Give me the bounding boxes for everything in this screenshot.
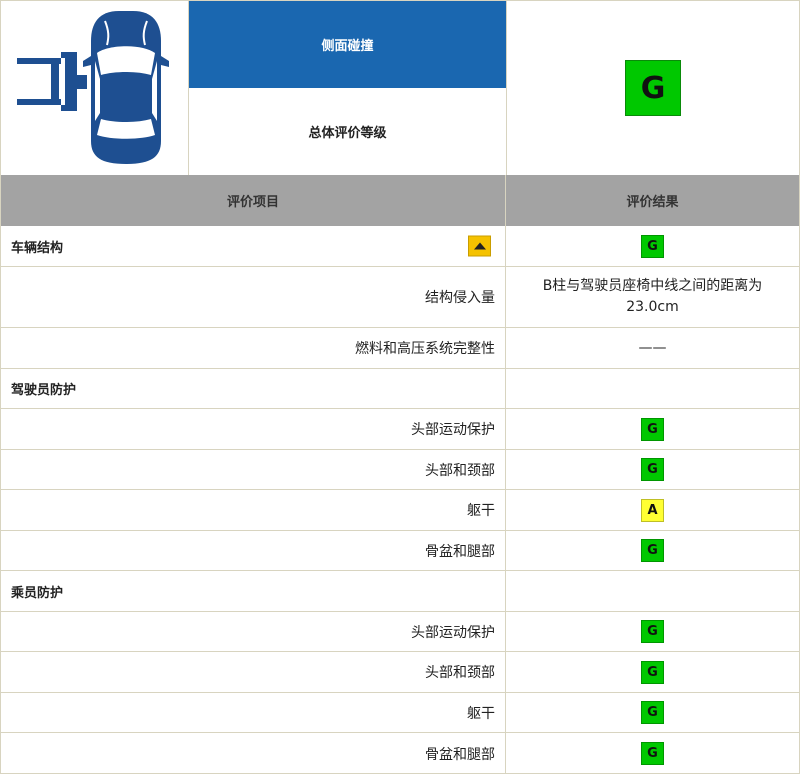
section-result-cell	[506, 369, 799, 408]
section-row-vehicle-structure: 车辆结构 G	[1, 226, 799, 267]
section-result-cell: G	[506, 226, 799, 266]
column-header-result: 评价结果	[626, 195, 679, 210]
item-label-cell: 躯干	[1, 693, 506, 732]
item-label-cell: 骨盆和腿部	[1, 733, 506, 774]
item-label: 躯干	[467, 705, 495, 722]
section-label-cell: 乘员防护	[1, 571, 506, 611]
column-header: 评价项目 评价结果	[1, 175, 799, 226]
item-result-cell: G	[506, 733, 799, 774]
rating-badge: A	[641, 498, 664, 522]
rating-badge: G	[641, 620, 664, 643]
rating-rows: 车辆结构 G 结构侵入量 B柱与驾驶员座椅中线之间的距离为23.0cm 燃料和高…	[1, 226, 799, 774]
item-result-text: B柱与驾驶员座椅中线之间的距离为23.0cm	[542, 278, 763, 315]
item-result-text: ——	[638, 339, 667, 356]
item-result-cell: G	[506, 652, 799, 692]
car-illustration-cell	[1, 1, 189, 175]
overall-rating-badge: G	[625, 60, 681, 116]
section-label: 车辆结构	[11, 240, 64, 256]
section-label: 乘员防护	[11, 585, 64, 601]
item-label: 燃料和高压系统完整性	[355, 341, 495, 357]
section-label-cell: 驾驶员防护	[1, 369, 506, 408]
item-row-fuel-hv: 燃料和高压系统完整性 ——	[1, 328, 799, 369]
item-label: 头部运动保护	[411, 422, 495, 438]
rating-badge: G	[641, 701, 664, 724]
rating-badge: G	[641, 660, 664, 684]
item-row-driver-pelvis-legs: 骨盆和腿部 G	[1, 531, 799, 571]
warning-triangle-icon[interactable]	[468, 235, 491, 257]
item-result-cell: G	[506, 693, 799, 732]
item-label: 骨盆和腿部	[425, 746, 495, 763]
rating-badge: G	[641, 742, 664, 765]
item-row-driver-head-neck: 头部和颈部 G	[1, 450, 799, 490]
item-result-cell: G	[506, 409, 799, 449]
item-result-cell: G	[506, 450, 799, 489]
rating-badge: G	[641, 539, 664, 562]
section-label: 驾驶员防护	[11, 383, 77, 398]
item-label: 躯干	[467, 503, 495, 519]
item-row-passenger-torso: 躯干 G	[1, 693, 799, 733]
item-row-driver-head-motion: 头部运动保护 G	[1, 409, 799, 450]
item-label: 头部和颈部	[425, 665, 495, 681]
item-label-cell: 头部和颈部	[1, 652, 506, 692]
item-row-passenger-head-motion: 头部运动保护 G	[1, 612, 799, 652]
column-header-item: 评价项目	[1, 175, 506, 226]
header: 侧面碰撞 总体评价等级 G	[0, 0, 800, 175]
item-label: 结构侵入量	[425, 290, 495, 306]
item-result-cell: G	[506, 612, 799, 651]
item-row-intrusion: 结构侵入量 B柱与驾驶员座椅中线之间的距离为23.0cm	[1, 267, 799, 328]
overall-rating-cell: G	[506, 1, 799, 175]
item-label-cell: 头部运动保护	[1, 409, 506, 449]
item-label-cell: 燃料和高压系统完整性	[1, 328, 506, 368]
item-row-driver-torso: 躯干 A	[1, 490, 799, 531]
item-result-cell: B柱与驾驶员座椅中线之间的距离为23.0cm	[506, 267, 799, 327]
overall-rating-label: 总体评价等级	[189, 88, 506, 175]
item-result-cell: A	[506, 490, 799, 530]
item-label-cell: 结构侵入量	[1, 267, 506, 327]
rating-badge: G	[641, 417, 664, 441]
rating-badge: G	[641, 458, 664, 481]
item-label-cell: 躯干	[1, 490, 506, 530]
section-result-cell	[506, 571, 799, 611]
side-impact-car-icon	[17, 11, 169, 164]
section-row-passenger-protection: 乘员防护	[1, 571, 799, 612]
item-label-cell: 头部运动保护	[1, 612, 506, 651]
item-row-passenger-head-neck: 头部和颈部 G	[1, 652, 799, 693]
item-result-cell: ——	[506, 328, 799, 368]
section-label-cell: 车辆结构	[1, 226, 506, 266]
section-row-driver-protection: 驾驶员防护	[1, 369, 799, 409]
page-title: 侧面碰撞	[189, 1, 506, 88]
item-label: 头部运动保护	[411, 624, 495, 641]
item-label-cell: 骨盆和腿部	[1, 531, 506, 570]
rating-badge: G	[641, 234, 664, 258]
item-result-cell: G	[506, 531, 799, 570]
item-row-passenger-pelvis-legs: 骨盆和腿部 G	[1, 733, 799, 774]
item-label: 骨盆和腿部	[425, 543, 495, 560]
item-label: 头部和颈部	[425, 462, 495, 479]
item-label-cell: 头部和颈部	[1, 450, 506, 489]
